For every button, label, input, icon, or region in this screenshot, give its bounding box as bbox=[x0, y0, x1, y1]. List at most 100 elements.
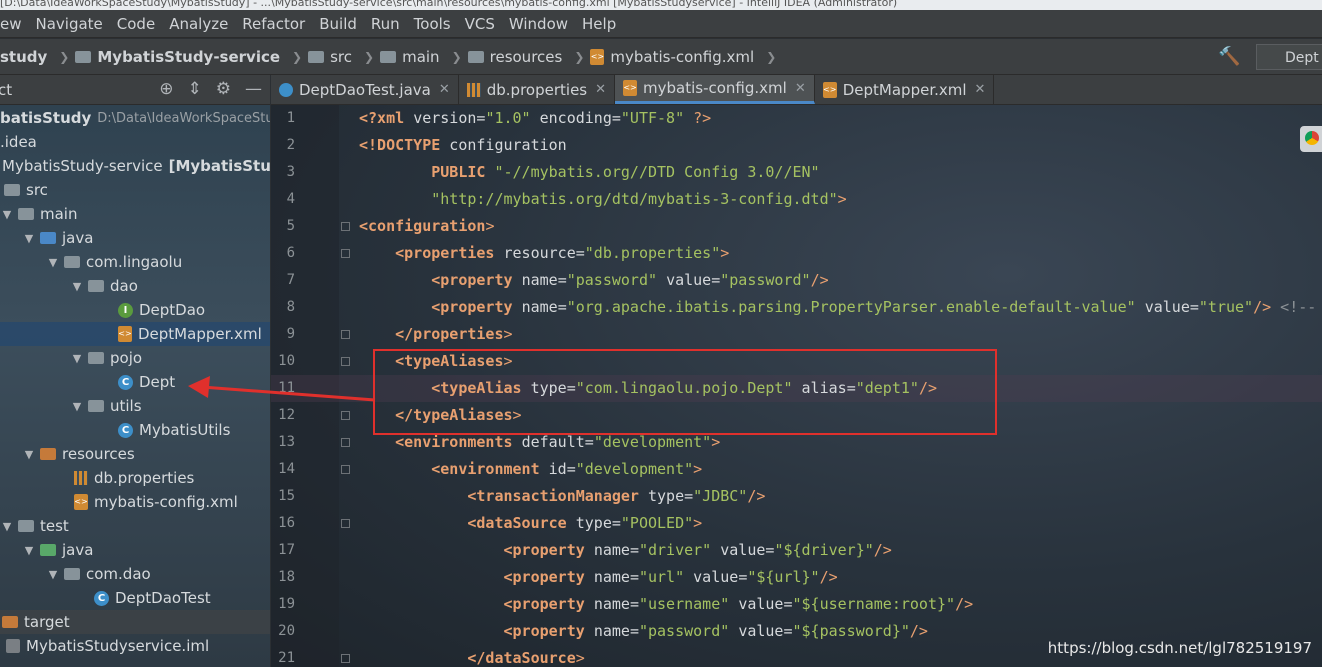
expand-arrow-icon[interactable]: ▼ bbox=[46, 256, 60, 269]
menu-window[interactable]: Window bbox=[509, 15, 568, 33]
close-icon[interactable]: ✕ bbox=[439, 82, 450, 97]
code-line[interactable]: 3 PUBLIC "-//mybatis.org//DTD Config 3.0… bbox=[271, 159, 1322, 186]
tab-label: db.properties bbox=[486, 80, 588, 99]
breadcrumb-project[interactable]: study bbox=[0, 48, 47, 66]
code-line[interactable]: 5 <configuration> bbox=[271, 213, 1322, 240]
code-line[interactable]: 13 <environments default="development"> bbox=[271, 429, 1322, 456]
tree-item-deptmapper-xml[interactable]: <> DeptMapper.xml bbox=[0, 322, 270, 346]
tree-item-package-utils[interactable]: ▼ utils bbox=[0, 394, 270, 418]
menu-help[interactable]: Help bbox=[582, 15, 616, 33]
code-text: <property name="url" value="${url}"/> bbox=[503, 568, 838, 586]
tree-item-package-pojo[interactable]: ▼ pojo bbox=[0, 346, 270, 370]
tree-item-deptdaotest[interactable]: C DeptDaoTest bbox=[0, 586, 270, 610]
tree-item-label: src bbox=[26, 181, 48, 199]
expand-arrow-icon[interactable]: ▼ bbox=[22, 232, 36, 245]
tab-db-properties[interactable]: db.properties ✕ bbox=[459, 75, 616, 104]
menu-vcs[interactable]: VCS bbox=[465, 15, 495, 33]
breadcrumb-module[interactable]: MybatisStudy-service bbox=[75, 48, 280, 66]
menu-code[interactable]: Code bbox=[117, 15, 155, 33]
code-line[interactable]: 10 <typeAliases> bbox=[271, 348, 1322, 375]
expand-arrow-icon[interactable]: ▼ bbox=[22, 544, 36, 557]
project-panel-title[interactable]: ct bbox=[0, 81, 12, 99]
fold-marker-icon[interactable] bbox=[341, 222, 350, 231]
code-line[interactable]: 12 </typeAliases> bbox=[271, 402, 1322, 429]
expand-arrow-icon[interactable]: ▼ bbox=[46, 568, 60, 581]
build-hammer-icon[interactable]: 🔨 bbox=[1218, 46, 1240, 67]
menu-analyze[interactable]: Analyze bbox=[169, 15, 228, 33]
fold-marker-icon[interactable] bbox=[341, 438, 350, 447]
menu-tools[interactable]: Tools bbox=[414, 15, 451, 33]
breadcrumb-file[interactable]: <> mybatis-config.xml bbox=[590, 48, 754, 66]
tree-item-mybatisutils[interactable]: C MybatisUtils bbox=[0, 418, 270, 442]
code-line[interactable]: 15 <transactionManager type="JDBC"/> bbox=[271, 483, 1322, 510]
close-icon[interactable]: ✕ bbox=[795, 81, 806, 96]
expand-arrow-icon[interactable]: ▼ bbox=[70, 400, 84, 413]
code-line[interactable]: 4 "http://mybatis.org/dtd/mybatis-3-conf… bbox=[271, 186, 1322, 213]
code-line[interactable]: 6 <properties resource="db.properties"> bbox=[271, 240, 1322, 267]
tree-item-test-java[interactable]: ▼ java bbox=[0, 538, 270, 562]
breadcrumb-src[interactable]: src bbox=[308, 48, 352, 66]
code-line[interactable]: 17 <property name="driver" value="${driv… bbox=[271, 537, 1322, 564]
tab-deptdaotest-java[interactable]: DeptDaoTest.java ✕ bbox=[271, 75, 459, 104]
code-line[interactable]: 2 <!DOCTYPE configuration bbox=[271, 132, 1322, 159]
tree-item-project-root[interactable]: batisStudy D:\Data\IdeaWorkSpaceStud bbox=[0, 106, 270, 130]
tree-item-main[interactable]: ▼ main bbox=[0, 202, 270, 226]
tree-item-java[interactable]: ▼ java bbox=[0, 226, 270, 250]
code-line[interactable]: 1 <?xml version="1.0" encoding="UTF-8" ?> bbox=[271, 105, 1322, 132]
code-text: <property name="password" value="${passw… bbox=[503, 622, 928, 640]
close-icon[interactable]: ✕ bbox=[975, 82, 986, 97]
code-line[interactable]: 9 </properties> bbox=[271, 321, 1322, 348]
code-line[interactable]: 19 <property name="username" value="${us… bbox=[271, 591, 1322, 618]
fold-marker-icon[interactable] bbox=[341, 465, 350, 474]
menu-run[interactable]: Run bbox=[371, 15, 400, 33]
fold-marker-icon[interactable] bbox=[341, 411, 350, 420]
code-line[interactable]: 18 <property name="url" value="${url}"/> bbox=[271, 564, 1322, 591]
breadcrumb-main[interactable]: main bbox=[380, 48, 440, 66]
fold-marker-icon[interactable] bbox=[341, 330, 350, 339]
tree-item-package-lingaolu[interactable]: ▼ com.lingaolu bbox=[0, 250, 270, 274]
run-configuration-select[interactable]: Dept bbox=[1256, 44, 1322, 70]
expand-arrow-icon[interactable]: ▼ bbox=[70, 352, 84, 365]
fold-marker-icon[interactable] bbox=[341, 357, 350, 366]
tree-item-test[interactable]: ▼ test bbox=[0, 514, 270, 538]
tree-item-resources[interactable]: ▼ resources bbox=[0, 442, 270, 466]
expand-arrow-icon[interactable]: ▼ bbox=[0, 208, 14, 221]
locate-target-icon[interactable]: ⊕ bbox=[159, 79, 173, 99]
fold-marker-icon[interactable] bbox=[341, 519, 350, 528]
code-line[interactable]: 14 <environment id="development"> bbox=[271, 456, 1322, 483]
code-editor[interactable]: 1 <?xml version="1.0" encoding="UTF-8" ?>… bbox=[271, 105, 1322, 667]
tree-item-package-com-dao[interactable]: ▼ com.dao bbox=[0, 562, 270, 586]
collapse-all-icon[interactable]: ⇕ bbox=[188, 79, 202, 99]
menu-view[interactable]: ew bbox=[0, 15, 22, 33]
code-line[interactable]: 7 <property name="password" value="passw… bbox=[271, 267, 1322, 294]
hide-panel-icon[interactable]: — bbox=[245, 79, 262, 99]
tree-item-src[interactable]: src bbox=[0, 178, 270, 202]
tree-item-module[interactable]: MybatisStudy-service [MybatisStudyser bbox=[0, 154, 270, 178]
expand-arrow-icon[interactable]: ▼ bbox=[70, 280, 84, 293]
menu-navigate[interactable]: Navigate bbox=[36, 15, 103, 33]
tree-item-mybatis-config-xml[interactable]: <> mybatis-config.xml bbox=[0, 490, 270, 514]
code-line[interactable]: 11 <typeAlias type="com.lingaolu.pojo.De… bbox=[271, 375, 1322, 402]
tab-deptmapper-xml[interactable]: <> DeptMapper.xml ✕ bbox=[815, 75, 995, 104]
breadcrumb-resources[interactable]: resources bbox=[467, 48, 562, 66]
expand-arrow-icon[interactable]: ▼ bbox=[22, 448, 36, 461]
expand-arrow-icon[interactable]: ▼ bbox=[0, 520, 14, 533]
fold-marker-icon[interactable] bbox=[341, 654, 350, 663]
tab-mybatis-config-xml[interactable]: <> mybatis-config.xml ✕ bbox=[615, 75, 815, 104]
gear-icon[interactable]: ⚙ bbox=[216, 79, 231, 99]
menu-build[interactable]: Build bbox=[319, 15, 357, 33]
menu-refactor[interactable]: Refactor bbox=[242, 15, 305, 33]
fold-marker-icon[interactable] bbox=[341, 249, 350, 258]
close-icon[interactable]: ✕ bbox=[595, 82, 606, 97]
line-number: 18 bbox=[278, 569, 295, 585]
tree-item-dept[interactable]: C Dept bbox=[0, 370, 270, 394]
tree-item-idea[interactable]: .idea bbox=[0, 130, 270, 154]
tree-item-db-properties[interactable]: db.properties bbox=[0, 466, 270, 490]
tree-item-deptdao[interactable]: I DeptDao bbox=[0, 298, 270, 322]
tree-item-iml[interactable]: MybatisStudyservice.iml bbox=[0, 634, 270, 658]
tree-item-target[interactable]: target bbox=[0, 610, 270, 634]
chrome-browser-icon[interactable] bbox=[1300, 126, 1322, 152]
tree-item-package-dao[interactable]: ▼ dao bbox=[0, 274, 270, 298]
code-line[interactable]: 8 <property name="org.apache.ibatis.pars… bbox=[271, 294, 1322, 321]
code-line[interactable]: 16 <dataSource type="POOLED"> bbox=[271, 510, 1322, 537]
